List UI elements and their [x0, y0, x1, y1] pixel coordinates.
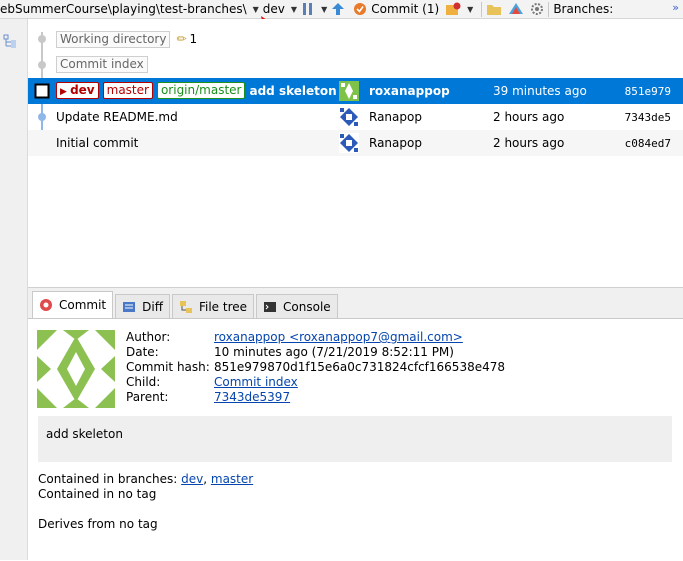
- tab-commit-label: Commit: [59, 298, 107, 312]
- commit-index-row[interactable]: Commit index: [28, 51, 683, 77]
- tab-console-label: Console: [283, 299, 331, 314]
- branch-dropdown-icon[interactable]: ▼: [291, 5, 297, 14]
- commit-message: Initial commit: [56, 136, 139, 150]
- stash-icon[interactable]: [445, 0, 461, 18]
- commit-row-selected[interactable]: ▶ dev master origin/master add skeleton …: [28, 78, 683, 104]
- details-tabs: Commit Diff File tree Console: [28, 288, 683, 318]
- branch-selector[interactable]: dev: [263, 0, 285, 18]
- commit-tab-icon: [40, 299, 52, 311]
- toolbar-divider: [481, 1, 483, 17]
- folder-icon[interactable]: [486, 0, 502, 18]
- commit-hash: c084ed7: [624, 136, 671, 150]
- file-tree-icon: [179, 300, 192, 313]
- date-value: 10 minutes ago (7/21/2019 8:52:11 PM): [214, 345, 454, 359]
- tab-commit[interactable]: Commit: [32, 291, 114, 318]
- branch-tag-dev-label: dev: [70, 83, 95, 97]
- fetch-dropdown-icon[interactable]: ▼: [321, 5, 327, 14]
- hash-label: Commit hash:: [126, 360, 210, 374]
- working-count: 1: [189, 32, 198, 46]
- left-sidebar: [0, 19, 28, 560]
- pencil-icon: ✏: [176, 32, 187, 46]
- contained-tag: Contained in no tag: [38, 487, 157, 501]
- console-icon: [264, 301, 277, 312]
- stash-dropdown-icon[interactable]: ▼: [467, 5, 473, 14]
- tab-file-tree-label: File tree: [198, 299, 248, 314]
- toolbar-divider-2: [548, 1, 550, 17]
- contained-branches-label: Contained in branches:: [38, 472, 178, 486]
- selected-commit-node-icon: [34, 83, 50, 99]
- branch-link-master[interactable]: master: [211, 472, 253, 486]
- commit-details: Author: roxanappop <roxanappop7@gmail.co…: [28, 318, 683, 561]
- tab-diff-label: Diff: [142, 299, 163, 314]
- commit-author: roxanappop: [369, 84, 450, 98]
- tree-view-icon[interactable]: [3, 34, 17, 48]
- branch-tag-dev[interactable]: ▶ dev: [56, 82, 99, 99]
- author-label: Author:: [126, 330, 171, 344]
- diff-icon: [123, 301, 136, 312]
- commit-button[interactable]: Commit (1): [353, 0, 440, 18]
- contained-branches: Contained in branches: dev, master: [38, 472, 254, 486]
- commit-time: 2 hours ago: [493, 110, 565, 124]
- author-avatar: [339, 133, 359, 153]
- commit-row[interactable]: Update README.md Ranapop 2 hours ago 734…: [28, 104, 683, 130]
- author-avatar: [339, 81, 359, 101]
- current-branch-icon: ▶: [60, 87, 71, 97]
- tab-console[interactable]: Console: [256, 294, 338, 318]
- toolbar-overflow-icon[interactable]: »: [672, 1, 679, 14]
- commit-message-box: add skeleton: [38, 416, 672, 462]
- child-link[interactable]: Commit index: [214, 375, 298, 390]
- author-link[interactable]: roxanappop <roxanappop7@gmail.com>: [214, 330, 463, 345]
- commit-time: 2 hours ago: [493, 136, 565, 150]
- settings-gear-icon[interactable]: [530, 0, 544, 18]
- tab-diff[interactable]: Diff: [115, 294, 170, 318]
- working-directory-label: Working directory: [56, 30, 171, 48]
- branch-tag-origin-master[interactable]: origin/master: [156, 82, 246, 99]
- branch-link-dev[interactable]: dev: [181, 472, 203, 486]
- date-label: Date:: [126, 345, 159, 359]
- commit-message: Update README.md: [56, 110, 178, 124]
- author-avatar-large: [37, 330, 115, 408]
- fetch-icon[interactable]: [301, 0, 315, 18]
- repo-path: ebSummerCourse\playing\test-branches\: [0, 2, 247, 16]
- commit-row[interactable]: Initial commit Ranapop 2 hours ago c084e…: [28, 130, 683, 156]
- commit-time: 39 minutes ago: [493, 84, 587, 98]
- commit-graph: Working directory ✏ 1 Commit index ▶ dev…: [28, 19, 683, 287]
- commit-author: Ranapop: [369, 110, 422, 124]
- commit-author: Ranapop: [369, 136, 422, 150]
- git-extensions-icon[interactable]: [508, 0, 524, 18]
- hash-value: 851e979870d1f15e6a0c731824cfcf166538e478: [214, 360, 505, 374]
- parent-label: Parent:: [126, 390, 169, 404]
- commit-icon: [354, 3, 367, 15]
- tab-file-tree[interactable]: File tree: [171, 294, 255, 318]
- commit-hash: 7343de5: [624, 110, 671, 124]
- branches-label: Branches:: [553, 2, 614, 16]
- push-icon[interactable]: [331, 0, 345, 18]
- child-label: Child:: [126, 375, 161, 389]
- commit-message: add skeleton: [249, 83, 337, 98]
- commit-index-label: Commit index: [56, 55, 148, 73]
- commit-hash: 851e979: [624, 84, 671, 98]
- details-panel: Commit Diff File tree Console Author: ro…: [28, 287, 683, 561]
- top-toolbar: ebSummerCourse\playing\test-branches\ ▼ …: [0, 0, 683, 19]
- working-directory-row[interactable]: Working directory ✏ 1: [28, 26, 683, 52]
- path-dropdown-icon[interactable]: ▼: [253, 5, 259, 14]
- author-avatar: [339, 107, 359, 127]
- derives-from: Derives from no tag: [38, 517, 158, 531]
- parent-link[interactable]: 7343de5397: [214, 390, 290, 405]
- commit-label: Commit (1): [371, 2, 440, 16]
- branch-tag-master[interactable]: master: [102, 82, 153, 99]
